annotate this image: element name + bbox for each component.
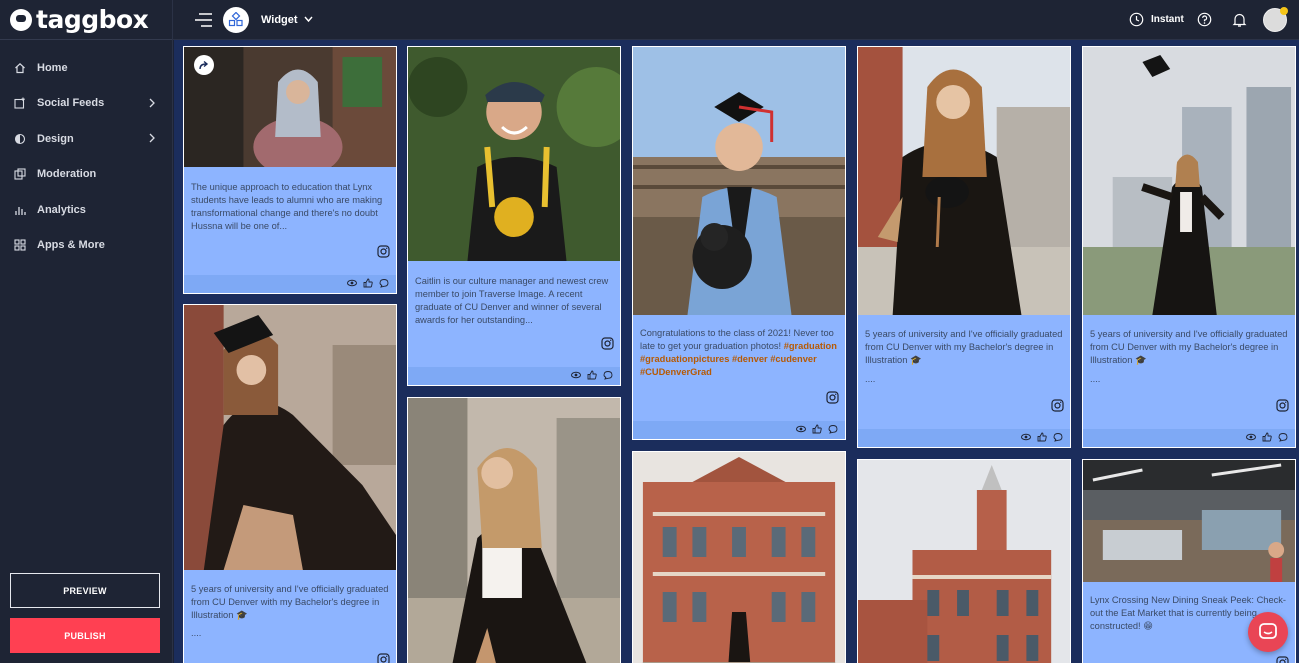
post-caption-more: .... [865, 374, 876, 384]
post-actions [1083, 429, 1295, 447]
comment-icon[interactable] [1053, 432, 1063, 442]
like-icon[interactable] [1037, 432, 1047, 442]
social-wall-feed: The unique approach to education that Ly… [174, 40, 1299, 663]
moderation-icon [14, 168, 26, 180]
feed-card[interactable]: Caitlin is our culture manager and newes… [407, 46, 621, 386]
instagram-icon[interactable] [826, 391, 839, 404]
comment-icon[interactable] [379, 278, 389, 288]
instagram-icon[interactable] [1051, 399, 1064, 412]
post-image [858, 47, 1070, 315]
view-icon[interactable] [571, 370, 581, 380]
post-actions [633, 421, 845, 439]
home-icon [14, 62, 26, 74]
notification-dot [1280, 7, 1288, 15]
chevron-down-icon[interactable] [304, 15, 313, 23]
like-icon[interactable] [1262, 432, 1272, 442]
post-caption: 5 years of university and I've officiall… [191, 584, 389, 620]
instagram-icon[interactable] [1276, 399, 1289, 412]
instagram-icon[interactable] [1276, 656, 1289, 663]
brand-logo[interactable]: taggbox [0, 0, 172, 40]
instagram-icon[interactable] [377, 653, 390, 663]
view-icon[interactable] [347, 278, 357, 288]
post-image [1083, 460, 1295, 582]
post-actions [858, 429, 1070, 447]
feed-card[interactable]: 5 years of university and I've officiall… [857, 46, 1071, 448]
instant-label[interactable]: Instant [1151, 14, 1184, 25]
post-image [408, 47, 620, 261]
instagram-icon[interactable] [601, 337, 614, 350]
sidebar-item-home[interactable]: Home [0, 50, 172, 86]
comment-icon[interactable] [1278, 432, 1288, 442]
sidebar-item-design[interactable]: Design [0, 121, 172, 157]
publish-button[interactable]: PUBLISH [10, 618, 160, 653]
feed-card[interactable]: 5 years of university and I've officiall… [1082, 46, 1296, 448]
chat-icon [1259, 623, 1277, 639]
view-icon[interactable] [1246, 432, 1256, 442]
comment-icon[interactable] [828, 424, 838, 434]
sidebar-item-label: Home [37, 61, 68, 74]
share-icon [199, 60, 209, 70]
analytics-icon [14, 204, 26, 216]
post-image [858, 460, 1070, 663]
feed-card[interactable] [632, 451, 846, 663]
feed-card[interactable] [407, 397, 621, 663]
taggbox-logo-icon [10, 8, 32, 31]
like-icon[interactable] [363, 278, 373, 288]
post-actions [184, 275, 396, 293]
view-icon[interactable] [796, 424, 806, 434]
post-caption-more: .... [1090, 374, 1101, 384]
instagram-icon[interactable] [377, 245, 390, 258]
sidebar-item-social-feeds[interactable]: Social Feeds [0, 86, 172, 122]
sidebar-item-label: Social Feeds [37, 97, 105, 110]
feed-card[interactable]: The unique approach to education that Ly… [183, 46, 397, 294]
topbar: Widget Instant [173, 0, 1299, 40]
widget-type-icon [223, 7, 249, 33]
menu-toggle-icon[interactable] [193, 12, 213, 28]
brand-name: taggbox [36, 5, 149, 34]
social-feeds-icon [14, 97, 26, 109]
apps-icon [14, 239, 26, 251]
design-icon [14, 133, 26, 145]
help-icon[interactable] [1197, 12, 1212, 27]
sidebar-nav: Home Social Feeds Design Moderation Anal… [0, 50, 172, 263]
bell-icon[interactable] [1232, 12, 1247, 28]
feed-card[interactable] [857, 459, 1071, 663]
sidebar-item-label: Apps & More [37, 239, 105, 252]
widget-selector-label[interactable]: Widget [261, 14, 298, 26]
post-caption: Caitlin is our culture manager and newes… [415, 276, 609, 325]
post-caption-more: .... [191, 628, 202, 638]
chevron-right-icon [149, 133, 155, 143]
post-caption: Congratulations to the class of 2021! Ne… [640, 328, 837, 377]
view-icon[interactable] [1021, 432, 1031, 442]
sidebar-item-apps[interactable]: Apps & More [0, 228, 172, 264]
post-image [633, 452, 845, 663]
sidebar-item-label: Analytics [37, 203, 86, 216]
post-actions [408, 367, 620, 385]
like-icon[interactable] [812, 424, 822, 434]
preview-button[interactable]: PREVIEW [10, 573, 160, 608]
share-button[interactable] [194, 55, 214, 75]
sidebar-item-label: Design [37, 132, 74, 145]
chevron-right-icon [149, 98, 155, 107]
sidebar-item-analytics[interactable]: Analytics [0, 192, 172, 228]
post-caption: 5 years of university and I've officiall… [1090, 329, 1288, 365]
post-image [184, 305, 396, 570]
feed-card[interactable]: 5 years of university and I've officiall… [183, 304, 397, 663]
post-image [408, 398, 620, 663]
post-caption: 5 years of university and I've officiall… [865, 329, 1063, 365]
post-image [1083, 47, 1295, 315]
like-icon[interactable] [587, 370, 597, 380]
chat-support-button[interactable] [1248, 612, 1288, 652]
post-image [184, 47, 396, 167]
feed-card[interactable]: Congratulations to the class of 2021! Ne… [632, 46, 846, 440]
comment-icon[interactable] [603, 370, 613, 380]
sidebar: taggbox Home Social Feeds Design Moderat… [0, 0, 173, 663]
post-image [633, 47, 845, 315]
sidebar-item-moderation[interactable]: Moderation [0, 157, 172, 193]
clock-icon[interactable] [1129, 12, 1144, 27]
sidebar-item-label: Moderation [37, 168, 97, 181]
post-caption: The unique approach to education that Ly… [191, 182, 383, 231]
